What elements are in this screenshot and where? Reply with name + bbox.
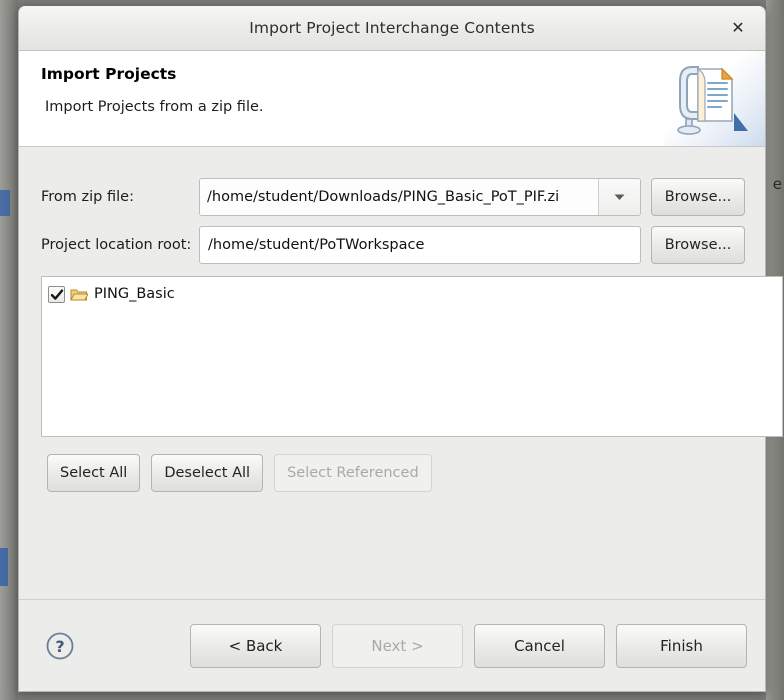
chevron-down-icon[interactable]: [598, 179, 640, 215]
dialog-footer: ? < Back Next > Cancel Finish: [19, 599, 765, 691]
project-location-root-row: Project location root: Browse...: [41, 226, 749, 264]
from-zip-file-combo[interactable]: /home/student/Downloads/PING_Basic_PoT_P…: [199, 178, 641, 216]
list-item[interactable]: PING_Basic: [42, 281, 782, 307]
browse-zip-button[interactable]: Browse...: [651, 178, 745, 216]
background-window-left-edge: [0, 0, 18, 700]
from-zip-file-label: From zip file:: [41, 189, 199, 205]
next-button: Next >: [332, 624, 463, 668]
project-location-root-label: Project location root:: [41, 237, 199, 253]
dialog-title: Import Project Interchange Contents: [249, 19, 535, 37]
deselect-all-button[interactable]: Deselect All: [151, 454, 263, 492]
dialog-titlebar: Import Project Interchange Contents ✕: [19, 6, 765, 51]
projects-list[interactable]: PING_Basic: [41, 276, 783, 437]
project-location-root-input[interactable]: [199, 226, 641, 264]
import-projects-wizard-icon: [664, 51, 765, 146]
finish-button[interactable]: Finish: [616, 624, 747, 668]
help-question-icon[interactable]: ?: [45, 631, 75, 661]
selection-buttons-row: Select All Deselect All Select Reference…: [47, 454, 432, 492]
page-subtitle: Import Projects from a zip file.: [45, 99, 745, 115]
background-accent-bar-top: [0, 190, 10, 216]
wizard-header: Import Projects Import Projects from a z…: [19, 51, 765, 147]
close-icon[interactable]: ✕: [725, 15, 751, 41]
wizard-buttons: < Back Next > Cancel Finish: [190, 624, 747, 668]
from-zip-file-row: From zip file: /home/student/Downloads/P…: [41, 178, 749, 216]
back-button[interactable]: < Back: [190, 624, 321, 668]
background-text-fragment-1: e: [773, 175, 782, 193]
cancel-button[interactable]: Cancel: [474, 624, 605, 668]
import-project-interchange-dialog: Import Project Interchange Contents ✕ Im…: [18, 6, 766, 692]
svg-text:?: ?: [55, 637, 64, 656]
browse-root-button[interactable]: Browse...: [651, 226, 745, 264]
project-name: PING_Basic: [94, 286, 175, 302]
folder-icon: [70, 287, 88, 302]
dialog-body: From zip file: /home/student/Downloads/P…: [19, 147, 765, 599]
select-referenced-button: Select Referenced: [274, 454, 432, 492]
background-accent-bar-bottom: [0, 548, 8, 586]
page-title: Import Projects: [41, 65, 745, 83]
project-checkbox[interactable]: [48, 286, 65, 303]
from-zip-file-value[interactable]: /home/student/Downloads/PING_Basic_PoT_P…: [200, 179, 598, 215]
select-all-button[interactable]: Select All: [47, 454, 140, 492]
